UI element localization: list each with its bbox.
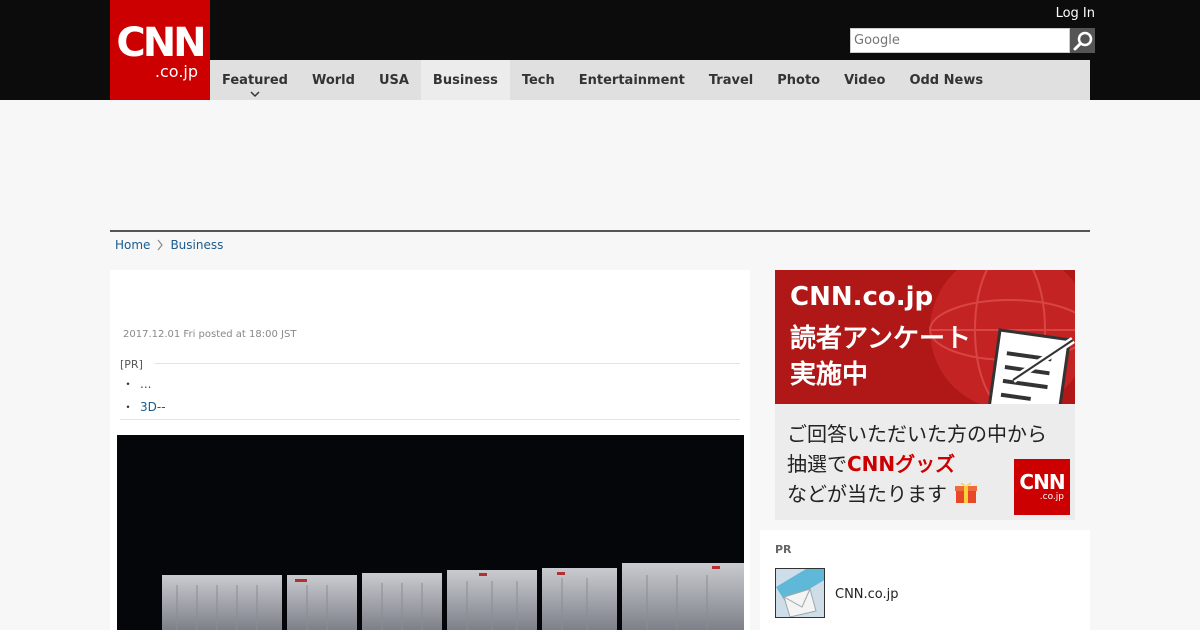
banner-sub3-text: などが当たります [787,482,947,506]
nav-item-featured[interactable]: Featured [210,60,300,100]
nav-label: Tech [521,72,555,88]
breadcrumb: Home Business [115,238,223,252]
search-input[interactable] [850,28,1070,53]
nav-label: Photo [777,72,821,88]
nav-label: Business [432,72,498,88]
banner-sub3: などが当たります [787,478,979,507]
banner-cnn-logo: CNN .co.jp [1014,459,1070,515]
section-divider [110,230,1090,232]
pr-box: PR CNN.co.jp [760,530,1090,630]
article-card: 2017.12.01 Fri posted at 18:00 JST [PR] … [110,270,750,630]
ad-placeholder [110,100,1090,230]
nav-label: Travel [708,72,754,88]
gift-icon [955,482,978,503]
nav-item-travel[interactable]: Travel [697,60,765,100]
envelope-icon [776,569,824,617]
nav-label: Odd News [909,72,984,88]
pr-divider-bottom [120,419,740,420]
pr-divider [155,363,740,364]
main-nav: Featured World USA Business Tech Enterta… [210,60,1090,100]
nav-item-entertainment[interactable]: Entertainment [567,60,697,100]
nav-label: Entertainment [578,72,685,88]
breadcrumb-current[interactable]: Business [170,238,223,252]
banner-line2: 読者アンケート [790,324,971,354]
pr-label: [PR] [120,358,143,371]
cnn-logo[interactable]: CNN .co.jp [110,0,210,100]
breadcrumb-home[interactable]: Home [115,238,150,252]
banner-sub1: ご回答いただいた方の中から [787,422,1047,446]
logo-text: CNN [116,20,206,66]
survey-banner[interactable]: CNN.co.jp 読者アンケート 実施中 ご回答いただいた方の中から 抽選でC… [775,270,1075,520]
nav-label: World [311,72,355,88]
pr-link-text: ... [140,377,152,391]
pr-link[interactable]: ・... [122,375,151,392]
mini-logo-text: CNN [1019,470,1065,494]
search-button[interactable] [1070,28,1095,53]
nav-item-odd-news[interactable]: Odd News [897,60,995,100]
search-icon [1073,31,1092,50]
pr-link[interactable]: ・ 3D-- [122,398,166,415]
banner-line3: 実施中 [790,360,869,390]
login-link[interactable]: Log In [1056,6,1095,21]
battery-racks-image [117,435,744,630]
nav-item-world[interactable]: World [300,60,367,100]
nav-item-usa[interactable]: USA [367,60,421,100]
site-header: CNN .co.jp Log In Featured World USA Bus… [0,0,1200,100]
banner-sub2: 抽選でCNNグッズ [787,448,955,477]
chevron-down-icon [250,91,260,98]
logo-subtext: .co.jp [154,62,198,81]
bullet: ・ [122,400,135,414]
pr-thumbnail[interactable] [775,568,825,618]
mini-logo-subtext: .co.jp [1039,492,1064,502]
banner-top: CNN.co.jp 読者アンケート 実施中 [775,270,1075,404]
nav-item-business[interactable]: Business [420,60,510,100]
pr-link-text: 3D-- [140,400,166,414]
bullet: ・ [122,377,135,391]
article-date: 2017.12.01 Fri posted at 18:00 JST [123,329,297,340]
pr-box-heading: PR [775,543,792,556]
chevron-right-icon [157,239,164,251]
nav-item-photo[interactable]: Photo [765,60,832,100]
nav-item-video[interactable]: Video [832,60,897,100]
nav-label: Featured [222,72,288,88]
nav-label: Video [844,72,886,88]
banner-sub2-pre: 抽選で [787,452,847,476]
banner-line1: CNN.co.jp [790,282,934,312]
banner-bottom: ご回答いただいた方の中から 抽選でCNNグッズ などが当たります CNN .co… [775,404,1075,520]
article-photo [117,435,744,630]
pr-item-label[interactable]: CNN.co.jp [835,587,899,602]
nav-item-tech[interactable]: Tech [510,60,567,100]
banner-sub2-red: CNNグッズ [847,452,956,476]
nav-label: USA [378,72,409,88]
